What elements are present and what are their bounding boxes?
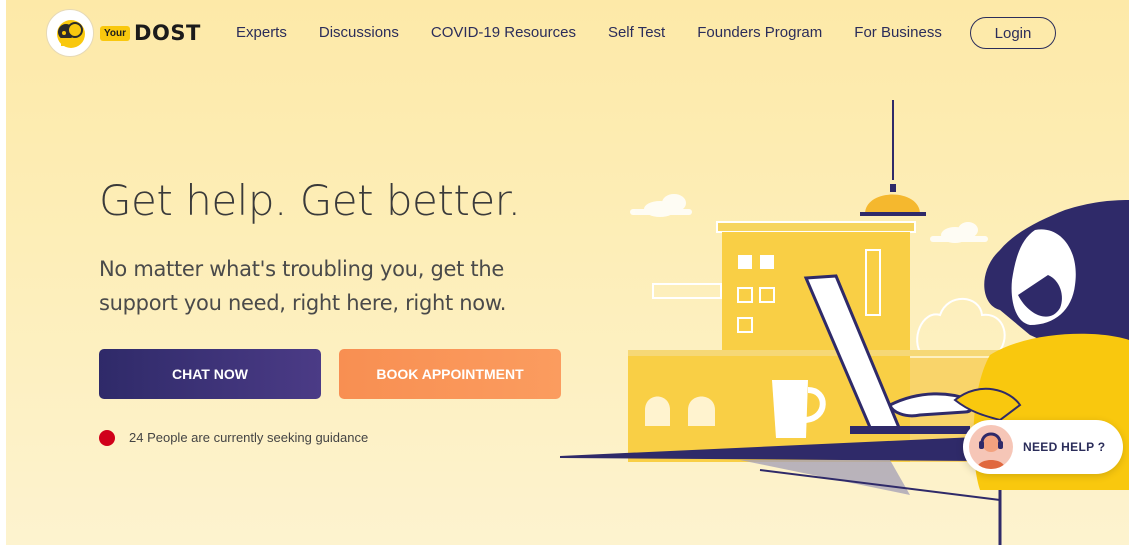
hero-subtitle: No matter what's troubling you, get the … <box>99 257 507 315</box>
nav-link-founders-program[interactable]: Founders Program <box>697 24 822 41</box>
logo-text: Your DOST <box>100 21 201 45</box>
hero-title: Get help. Get better. <box>99 176 521 225</box>
need-help-label: NEED HELP ? <box>1023 440 1106 454</box>
lamp-icon <box>865 194 920 214</box>
live-status-dot-icon <box>99 430 115 446</box>
nav-link-for-business[interactable]: For Business <box>854 24 942 41</box>
hero-illustration <box>560 100 1129 545</box>
logo[interactable]: Your DOST <box>46 9 201 57</box>
page: Your DOST Experts Discussions COVID-19 R… <box>0 0 1129 545</box>
login-button[interactable]: Login <box>970 17 1056 49</box>
cloud-left-icon <box>630 194 692 217</box>
book-appointment-button[interactable]: BOOK APPOINTMENT <box>339 349 561 399</box>
logo-icon <box>46 9 94 57</box>
bush-outline-icon <box>916 297 1006 356</box>
nav-link-self-test[interactable]: Self Test <box>608 24 665 41</box>
nav-link-experts[interactable]: Experts <box>236 24 287 41</box>
chat-now-button[interactable]: CHAT NOW <box>99 349 321 399</box>
nav-link-discussions[interactable]: Discussions <box>319 24 399 41</box>
logo-word: DOST <box>134 21 201 45</box>
logo-badge: Your <box>100 25 131 41</box>
left-edge <box>0 0 6 545</box>
live-status-text: 24 People are currently seeking guidance <box>129 430 369 445</box>
cloud-right-icon <box>930 222 988 243</box>
navbar: Your DOST Experts Discussions COVID-19 R… <box>0 0 1129 70</box>
nav-link-covid-resources[interactable]: COVID-19 Resources <box>431 24 576 41</box>
need-help-widget[interactable]: NEED HELP ? <box>963 420 1123 474</box>
nav-links: Experts Discussions COVID-19 Resources S… <box>236 24 974 41</box>
support-agent-avatar-icon <box>969 425 1013 469</box>
